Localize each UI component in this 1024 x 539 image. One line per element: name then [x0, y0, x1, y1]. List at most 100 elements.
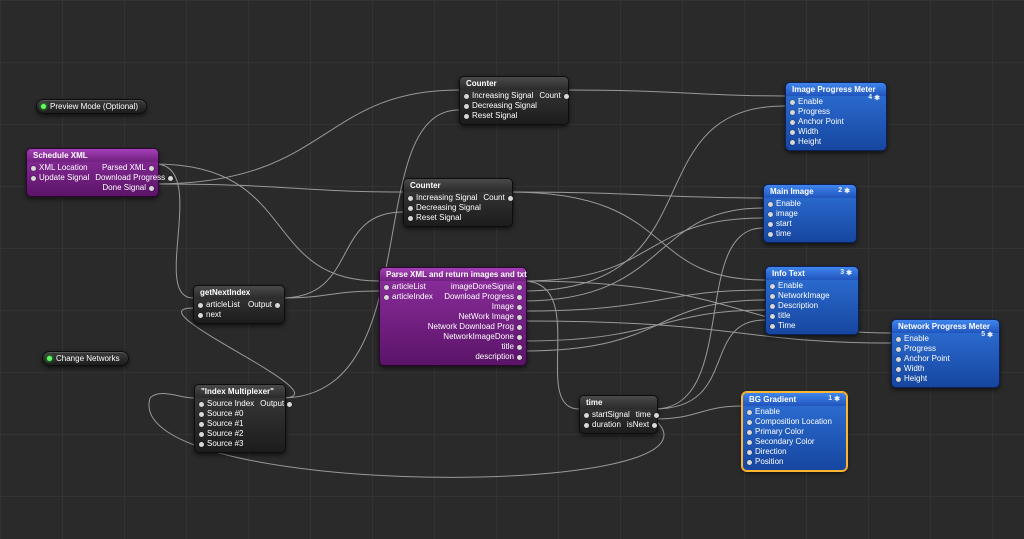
dot-icon: [41, 104, 46, 109]
output-port[interactable]: isNext: [627, 420, 657, 430]
node-parse-xml[interactable]: Parse XML and return images and txt arti…: [379, 267, 527, 366]
node-title: Parse XML and return images and txt: [380, 268, 526, 281]
output-port[interactable]: Download Progress: [444, 292, 522, 302]
input-port[interactable]: Primary Color: [747, 427, 804, 437]
layer-icon: ✱: [834, 395, 840, 403]
input-port[interactable]: image: [768, 209, 798, 219]
node-bg-gradient[interactable]: BG Gradient✱1 Enable Composition Locatio…: [742, 392, 847, 471]
layer-icon: ✱: [844, 187, 850, 195]
layer-icon: ✱: [874, 94, 880, 102]
input-port[interactable]: articleList: [198, 300, 240, 310]
input-port[interactable]: duration: [584, 420, 621, 430]
input-port[interactable]: Anchor Point: [896, 354, 950, 364]
output-port[interactable]: Parsed XML: [102, 163, 154, 173]
input-port[interactable]: Source #1: [199, 419, 243, 429]
input-port[interactable]: Progress: [790, 107, 830, 117]
input-port[interactable]: Enable: [896, 334, 929, 344]
input-port[interactable]: Enable: [790, 97, 823, 107]
layer-number: 1: [828, 395, 832, 402]
pill-change-networks[interactable]: Change Networks: [42, 351, 129, 366]
input-port[interactable]: Direction: [747, 447, 787, 457]
node-title: Network Progress Meter✱5: [892, 320, 999, 333]
input-port[interactable]: title: [770, 311, 790, 321]
node-title: Counter: [404, 179, 512, 192]
input-port[interactable]: Decreasing Signal: [464, 101, 537, 111]
output-port[interactable]: Network Download Prog: [428, 322, 522, 332]
input-port[interactable]: Description: [770, 301, 818, 311]
node-counter[interactable]: Counter Increasing Signal Count Decreasin…: [459, 76, 569, 125]
node-title: Info Text✱3: [766, 267, 858, 280]
input-port[interactable]: Source #3: [199, 439, 243, 449]
layer-icon: ✱: [846, 269, 852, 277]
input-port[interactable]: Increasing Signal: [464, 91, 533, 101]
layer-number: 3: [840, 269, 844, 276]
node-title: getNextIndex: [194, 286, 284, 299]
input-port[interactable]: Decreasing Signal: [408, 203, 481, 213]
input-port[interactable]: Enable: [747, 407, 780, 417]
layer-number: 5: [981, 331, 985, 338]
node-main-image[interactable]: Main Image✱2 Enable image start time: [763, 184, 857, 243]
output-port[interactable]: Output: [260, 399, 292, 409]
input-port[interactable]: articleIndex: [384, 292, 433, 302]
input-port[interactable]: Enable: [768, 199, 801, 209]
input-port[interactable]: Height: [790, 137, 821, 147]
input-port[interactable]: Source #0: [199, 409, 243, 419]
node-time[interactable]: time startSignaltime durationisNext: [579, 395, 658, 434]
node-title: Image Progress Meter✱4: [786, 83, 886, 96]
input-port[interactable]: articleList: [384, 282, 426, 292]
output-port[interactable]: imageDoneSignal: [451, 282, 522, 292]
node-counter[interactable]: Counter Increasing Signal Count Decreasin…: [403, 178, 513, 227]
input-port[interactable]: startSignal: [584, 410, 630, 420]
input-port[interactable]: Reset Signal: [408, 213, 461, 223]
node-info-text[interactable]: Info Text✱3 Enable NetworkImage Descript…: [765, 266, 859, 335]
input-port[interactable]: Source Index: [199, 399, 254, 409]
input-port[interactable]: NetworkImage: [770, 291, 830, 301]
input-port[interactable]: Position: [747, 457, 783, 467]
input-port[interactable]: Height: [896, 374, 927, 384]
input-port[interactable]: Composition Location: [747, 417, 832, 427]
output-port[interactable]: title: [502, 342, 522, 352]
input-port[interactable]: Source #2: [199, 429, 243, 439]
input-port[interactable]: Reset Signal: [464, 111, 517, 121]
output-port[interactable]: Download Progress: [95, 173, 173, 183]
node-title: BG Gradient✱1: [743, 393, 846, 406]
input-port[interactable]: Increasing Signal: [408, 193, 477, 203]
layer-icon: ✱: [987, 331, 993, 339]
node-network-progress-meter[interactable]: Network Progress Meter✱5 Enable Progress…: [891, 319, 1000, 388]
input-port[interactable]: XML Location: [31, 163, 88, 173]
node-title: time: [580, 396, 657, 409]
pill-preview-mode[interactable]: Preview Mode (Optional): [36, 99, 147, 114]
output-port[interactable]: Count: [539, 91, 568, 101]
input-port[interactable]: Width: [896, 364, 924, 374]
input-port[interactable]: next: [198, 310, 221, 320]
dot-icon: [47, 356, 52, 361]
output-port[interactable]: NetworkImageDone: [443, 332, 522, 342]
output-port[interactable]: time: [636, 410, 659, 420]
node-index-multiplexer[interactable]: "Index Multiplexer" Source IndexOutput S…: [194, 384, 286, 453]
node-title: Counter: [460, 77, 568, 90]
output-port[interactable]: NetWork Image: [459, 312, 522, 322]
node-get-next-index[interactable]: getNextIndex articleList Output next: [193, 285, 285, 324]
input-port[interactable]: Anchor Point: [790, 117, 844, 127]
node-image-progress-meter[interactable]: Image Progress Meter✱4 Enable Progress A…: [785, 82, 887, 151]
input-port[interactable]: Enable: [770, 281, 803, 291]
node-title: "Index Multiplexer": [195, 385, 285, 398]
node-schedule-xml[interactable]: Schedule XML XML LocationParsed XML Upda…: [26, 148, 159, 197]
layer-number: 4: [868, 94, 872, 101]
output-port[interactable]: description: [475, 352, 522, 362]
output-port[interactable]: Output: [248, 300, 280, 310]
pill-label: Change Networks: [56, 354, 120, 363]
pill-label: Preview Mode (Optional): [50, 102, 138, 111]
output-port[interactable]: Image: [492, 302, 522, 312]
input-port[interactable]: Width: [790, 127, 818, 137]
input-port[interactable]: Secondary Color: [747, 437, 815, 447]
input-port[interactable]: Progress: [896, 344, 936, 354]
layer-number: 2: [838, 187, 842, 194]
node-title: Main Image✱2: [764, 185, 856, 198]
output-port[interactable]: Done Signal: [102, 183, 154, 193]
input-port[interactable]: time: [768, 229, 791, 239]
input-port[interactable]: start: [768, 219, 792, 229]
output-port[interactable]: Count: [483, 193, 512, 203]
input-port[interactable]: Update Signal: [31, 173, 89, 183]
input-port[interactable]: Time: [770, 321, 795, 331]
